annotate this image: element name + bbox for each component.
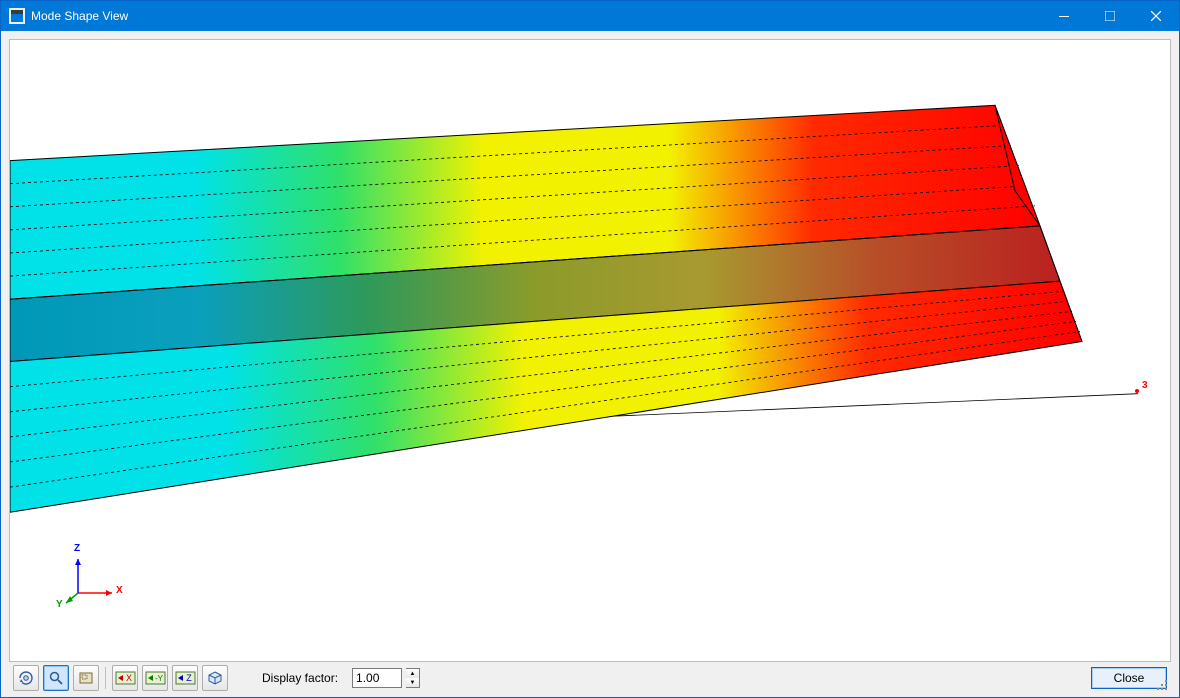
client-area: 3 X Z Y	[1, 31, 1179, 698]
minimize-button[interactable]	[1041, 1, 1087, 31]
display-factor-input[interactable]	[352, 668, 402, 688]
axis-label-y: Y	[56, 599, 63, 610]
window-close-button[interactable]	[1133, 1, 1179, 31]
svg-text:-Y: -Y	[155, 674, 164, 683]
toolbar-separator	[105, 667, 106, 689]
mode-shape-render	[10, 40, 1170, 661]
view-ny-button[interactable]: -Y	[142, 665, 168, 691]
view-x-button[interactable]: X	[112, 665, 138, 691]
app-icon	[9, 8, 25, 24]
svg-text:Z: Z	[186, 673, 192, 683]
viewport-3d[interactable]: 3 X Z Y	[9, 39, 1171, 662]
titlebar[interactable]: Mode Shape View	[1, 1, 1179, 31]
display-factor-spinner[interactable]: ▲ ▼	[406, 668, 420, 688]
rotate-view-button[interactable]	[13, 665, 39, 691]
spinner-up-button[interactable]: ▲	[406, 669, 419, 678]
spinner-down-button[interactable]: ▼	[406, 678, 419, 687]
svg-text:X: X	[125, 673, 131, 683]
view-iso-button[interactable]	[202, 665, 228, 691]
select-region-button[interactable]	[73, 665, 99, 691]
maximize-button[interactable]	[1087, 1, 1133, 31]
close-button[interactable]: Close	[1091, 667, 1167, 689]
zoom-button[interactable]	[43, 665, 69, 691]
view-z-button[interactable]: Z	[172, 665, 198, 691]
node-dot-3	[1135, 389, 1139, 393]
window-title: Mode Shape View	[31, 9, 1041, 23]
axis-triad: X Z Y	[60, 541, 130, 611]
axis-label-x: X	[116, 585, 123, 596]
display-factor-label: Display factor:	[262, 671, 338, 685]
mode-shape-view-window: Mode Shape View	[0, 0, 1180, 698]
node-label-3: 3	[1142, 380, 1148, 391]
bottom-toolbar: X -Y Z Display factor: ▲ ▼ Close	[9, 662, 1171, 694]
resize-grip-icon[interactable]	[1157, 680, 1169, 692]
axis-label-z: Z	[74, 543, 80, 554]
